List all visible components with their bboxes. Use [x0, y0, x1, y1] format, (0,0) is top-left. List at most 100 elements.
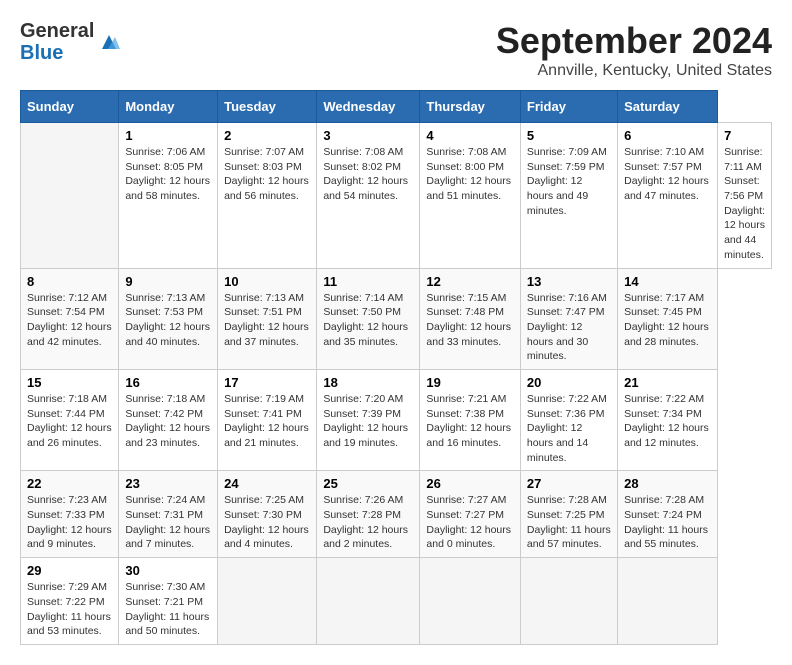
day-info: Sunrise: 7:28 AM Sunset: 7:24 PM Dayligh…	[624, 493, 711, 552]
day-number: 16	[125, 375, 211, 390]
calendar-cell: 24 Sunrise: 7:25 AM Sunset: 7:30 PM Dayli…	[218, 471, 317, 558]
day-number: 15	[27, 375, 112, 390]
day-info: Sunrise: 7:07 AM Sunset: 8:03 PM Dayligh…	[224, 145, 310, 204]
day-info: Sunrise: 7:14 AM Sunset: 7:50 PM Dayligh…	[323, 291, 413, 350]
day-number: 14	[624, 274, 711, 289]
day-info: Sunrise: 7:28 AM Sunset: 7:25 PM Dayligh…	[527, 493, 611, 552]
calendar-cell: 16 Sunrise: 7:18 AM Sunset: 7:42 PM Dayli…	[119, 369, 218, 470]
day-number: 4	[426, 128, 514, 143]
day-info: Sunrise: 7:08 AM Sunset: 8:02 PM Dayligh…	[323, 145, 413, 204]
day-info: Sunrise: 7:16 AM Sunset: 7:47 PM Dayligh…	[527, 291, 611, 364]
day-header-monday: Monday	[119, 91, 218, 123]
day-info: Sunrise: 7:13 AM Sunset: 7:51 PM Dayligh…	[224, 291, 310, 350]
calendar-cell: 13 Sunrise: 7:16 AM Sunset: 7:47 PM Dayli…	[520, 268, 617, 369]
calendar-week-1: 1 Sunrise: 7:06 AM Sunset: 8:05 PM Daylig…	[21, 123, 772, 269]
day-number: 7	[724, 128, 765, 143]
calendar-cell: 18 Sunrise: 7:20 AM Sunset: 7:39 PM Dayli…	[317, 369, 420, 470]
day-info: Sunrise: 7:11 AM Sunset: 7:56 PM Dayligh…	[724, 145, 765, 263]
calendar-cell: 7 Sunrise: 7:11 AM Sunset: 7:56 PM Daylig…	[718, 123, 772, 269]
day-info: Sunrise: 7:29 AM Sunset: 7:22 PM Dayligh…	[27, 580, 112, 639]
day-info: Sunrise: 7:27 AM Sunset: 7:27 PM Dayligh…	[426, 493, 514, 552]
calendar-header-row: SundayMondayTuesdayWednesdayThursdayFrid…	[21, 91, 772, 123]
day-number: 9	[125, 274, 211, 289]
day-number: 24	[224, 476, 310, 491]
calendar-title: September 2024	[496, 20, 772, 62]
day-info: Sunrise: 7:24 AM Sunset: 7:31 PM Dayligh…	[125, 493, 211, 552]
calendar-table: SundayMondayTuesdayWednesdayThursdayFrid…	[20, 90, 772, 645]
day-info: Sunrise: 7:06 AM Sunset: 8:05 PM Dayligh…	[125, 145, 211, 204]
calendar-cell: 9 Sunrise: 7:13 AM Sunset: 7:53 PM Daylig…	[119, 268, 218, 369]
calendar-cell: 2Sunrise: 7:07 AM Sunset: 8:03 PM Daylig…	[218, 123, 317, 269]
day-number: 11	[323, 274, 413, 289]
calendar-cell: 12 Sunrise: 7:15 AM Sunset: 7:48 PM Dayli…	[420, 268, 521, 369]
day-info: Sunrise: 7:25 AM Sunset: 7:30 PM Dayligh…	[224, 493, 310, 552]
day-info: Sunrise: 7:20 AM Sunset: 7:39 PM Dayligh…	[323, 392, 413, 451]
day-number: 23	[125, 476, 211, 491]
calendar-cell: 23 Sunrise: 7:24 AM Sunset: 7:31 PM Dayli…	[119, 471, 218, 558]
calendar-cell: 4 Sunrise: 7:08 AM Sunset: 8:00 PM Daylig…	[420, 123, 521, 269]
calendar-cell: 15Sunrise: 7:18 AM Sunset: 7:44 PM Dayli…	[21, 369, 119, 470]
calendar-cell: 17 Sunrise: 7:19 AM Sunset: 7:41 PM Dayli…	[218, 369, 317, 470]
day-info: Sunrise: 7:17 AM Sunset: 7:45 PM Dayligh…	[624, 291, 711, 350]
day-info: Sunrise: 7:08 AM Sunset: 8:00 PM Dayligh…	[426, 145, 514, 204]
day-info: Sunrise: 7:21 AM Sunset: 7:38 PM Dayligh…	[426, 392, 514, 451]
calendar-cell: 10 Sunrise: 7:13 AM Sunset: 7:51 PM Dayli…	[218, 268, 317, 369]
day-number: 26	[426, 476, 514, 491]
day-number: 27	[527, 476, 611, 491]
day-number: 18	[323, 375, 413, 390]
day-number: 20	[527, 375, 611, 390]
day-header-thursday: Thursday	[420, 91, 521, 123]
day-number: 17	[224, 375, 310, 390]
calendar-cell: 20 Sunrise: 7:22 AM Sunset: 7:36 PM Dayli…	[520, 369, 617, 470]
calendar-cell: 3 Sunrise: 7:08 AM Sunset: 8:02 PM Daylig…	[317, 123, 420, 269]
day-number: 13	[527, 274, 611, 289]
day-info: Sunrise: 7:19 AM Sunset: 7:41 PM Dayligh…	[224, 392, 310, 451]
day-info: Sunrise: 7:22 AM Sunset: 7:36 PM Dayligh…	[527, 392, 611, 465]
calendar-cell: 6 Sunrise: 7:10 AM Sunset: 7:57 PM Daylig…	[618, 123, 718, 269]
day-number: 22	[27, 476, 112, 491]
logo: General Blue	[20, 20, 120, 64]
calendar-cell: 1 Sunrise: 7:06 AM Sunset: 8:05 PM Daylig…	[119, 123, 218, 269]
calendar-cell: 29 Sunrise: 7:29 AM Sunset: 7:22 PM Dayli…	[21, 558, 119, 645]
calendar-week-5: 29 Sunrise: 7:29 AM Sunset: 7:22 PM Dayli…	[21, 558, 772, 645]
calendar-cell: 8Sunrise: 7:12 AM Sunset: 7:54 PM Daylig…	[21, 268, 119, 369]
day-number: 30	[125, 563, 211, 578]
calendar-week-2: 8Sunrise: 7:12 AM Sunset: 7:54 PM Daylig…	[21, 268, 772, 369]
day-number: 5	[527, 128, 611, 143]
day-info: Sunrise: 7:22 AM Sunset: 7:34 PM Dayligh…	[624, 392, 711, 451]
logo-blue: Blue	[20, 42, 94, 64]
day-number: 25	[323, 476, 413, 491]
day-header-sunday: Sunday	[21, 91, 119, 123]
calendar-cell: 28Sunrise: 7:28 AM Sunset: 7:24 PM Dayli…	[618, 471, 718, 558]
day-header-wednesday: Wednesday	[317, 91, 420, 123]
day-info: Sunrise: 7:15 AM Sunset: 7:48 PM Dayligh…	[426, 291, 514, 350]
calendar-subtitle: Annville, Kentucky, United States	[496, 62, 772, 80]
day-info: Sunrise: 7:10 AM Sunset: 7:57 PM Dayligh…	[624, 145, 711, 204]
calendar-cell: 25 Sunrise: 7:26 AM Sunset: 7:28 PM Dayli…	[317, 471, 420, 558]
calendar-cell	[317, 558, 420, 645]
day-number: 29	[27, 563, 112, 578]
calendar-cell: 5 Sunrise: 7:09 AM Sunset: 7:59 PM Daylig…	[520, 123, 617, 269]
day-header-friday: Friday	[520, 91, 617, 123]
calendar-cell: 27 Sunrise: 7:28 AM Sunset: 7:25 PM Dayli…	[520, 471, 617, 558]
page-header: General Blue September 2024 Annville, Ke…	[20, 20, 772, 80]
logo-text: General Blue	[20, 20, 94, 64]
calendar-week-3: 15Sunrise: 7:18 AM Sunset: 7:44 PM Dayli…	[21, 369, 772, 470]
title-block: September 2024 Annville, Kentucky, Unite…	[496, 20, 772, 80]
calendar-cell: 21Sunrise: 7:22 AM Sunset: 7:34 PM Dayli…	[618, 369, 718, 470]
day-info: Sunrise: 7:26 AM Sunset: 7:28 PM Dayligh…	[323, 493, 413, 552]
day-number: 10	[224, 274, 310, 289]
calendar-cell: 30Sunrise: 7:30 AM Sunset: 7:21 PM Dayli…	[119, 558, 218, 645]
day-info: Sunrise: 7:09 AM Sunset: 7:59 PM Dayligh…	[527, 145, 611, 218]
day-number: 8	[27, 274, 112, 289]
day-number: 1	[125, 128, 211, 143]
day-number: 6	[624, 128, 711, 143]
calendar-cell	[520, 558, 617, 645]
day-number: 12	[426, 274, 514, 289]
calendar-cell: 11 Sunrise: 7:14 AM Sunset: 7:50 PM Dayli…	[317, 268, 420, 369]
day-info: Sunrise: 7:13 AM Sunset: 7:53 PM Dayligh…	[125, 291, 211, 350]
day-info: Sunrise: 7:18 AM Sunset: 7:42 PM Dayligh…	[125, 392, 211, 451]
calendar-cell: 19Sunrise: 7:21 AM Sunset: 7:38 PM Dayli…	[420, 369, 521, 470]
day-number: 3	[323, 128, 413, 143]
logo-icon	[98, 31, 120, 53]
